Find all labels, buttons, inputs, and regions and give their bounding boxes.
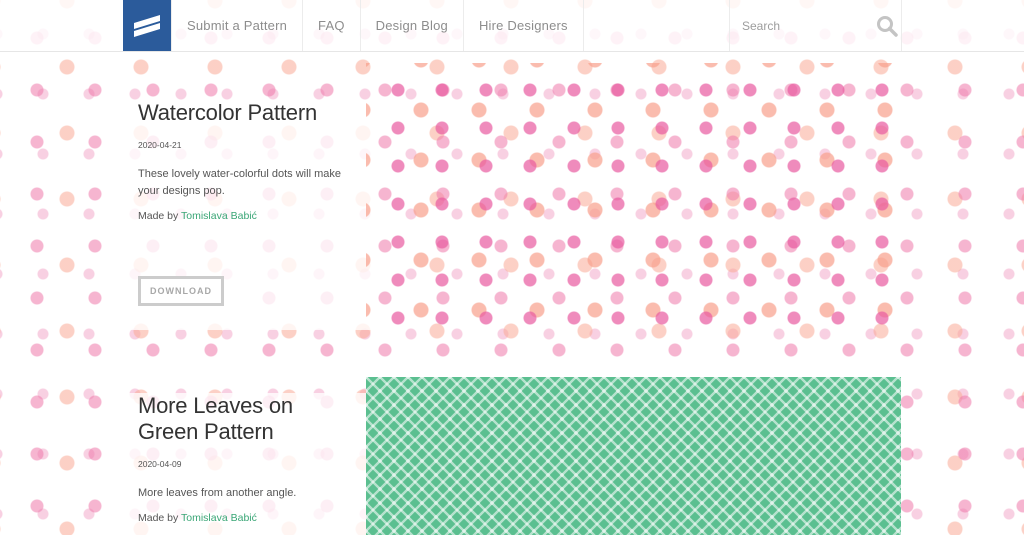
main-nav: Submit a Pattern FAQ Design Blog Hire De… <box>171 0 584 51</box>
pattern-card-green-leaves: More Leaves on Green Pattern 2020-04-09 … <box>123 393 373 535</box>
author-link[interactable]: Tomislava Babić <box>181 210 257 222</box>
made-by-label: Made by <box>138 512 179 524</box>
pattern-preview-watercolor[interactable] <box>366 63 901 328</box>
pattern-description: More leaves from another angle. <box>138 487 297 499</box>
pattern-description: These lovely water-colorful dots will ma… <box>138 168 341 197</box>
pattern-preview-green-leaves[interactable] <box>366 377 901 535</box>
pattern-date: 2020-04-09 <box>138 459 182 469</box>
pattern-title[interactable]: Watercolor Pattern <box>138 100 358 126</box>
logo-stripes-icon <box>134 14 160 37</box>
author-link[interactable]: Tomislava Babić <box>181 512 257 524</box>
pattern-card-watercolor: Watercolor Pattern 2020-04-21 These love… <box>123 100 373 330</box>
pattern-credit: Made by Tomislava Babić <box>138 210 358 222</box>
search-box <box>729 0 902 51</box>
nav-faq[interactable]: FAQ <box>303 0 361 51</box>
nav-submit-pattern[interactable]: Submit a Pattern <box>171 0 304 51</box>
download-button[interactable]: DOWNLOAD <box>138 276 224 306</box>
pattern-date: 2020-04-21 <box>138 140 182 150</box>
site-logo[interactable] <box>123 0 171 51</box>
nav-design-blog[interactable]: Design Blog <box>361 0 464 51</box>
pattern-title[interactable]: More Leaves on Green Pattern <box>138 393 358 445</box>
nav-hire-designers[interactable]: Hire Designers <box>464 0 584 51</box>
search-input[interactable] <box>740 16 864 36</box>
search-icon[interactable] <box>876 15 898 37</box>
made-by-label: Made by <box>138 210 179 222</box>
top-navigation-bar: Submit a Pattern FAQ Design Blog Hire De… <box>0 0 1024 52</box>
pattern-credit: Made by Tomislava Babić <box>138 512 358 524</box>
